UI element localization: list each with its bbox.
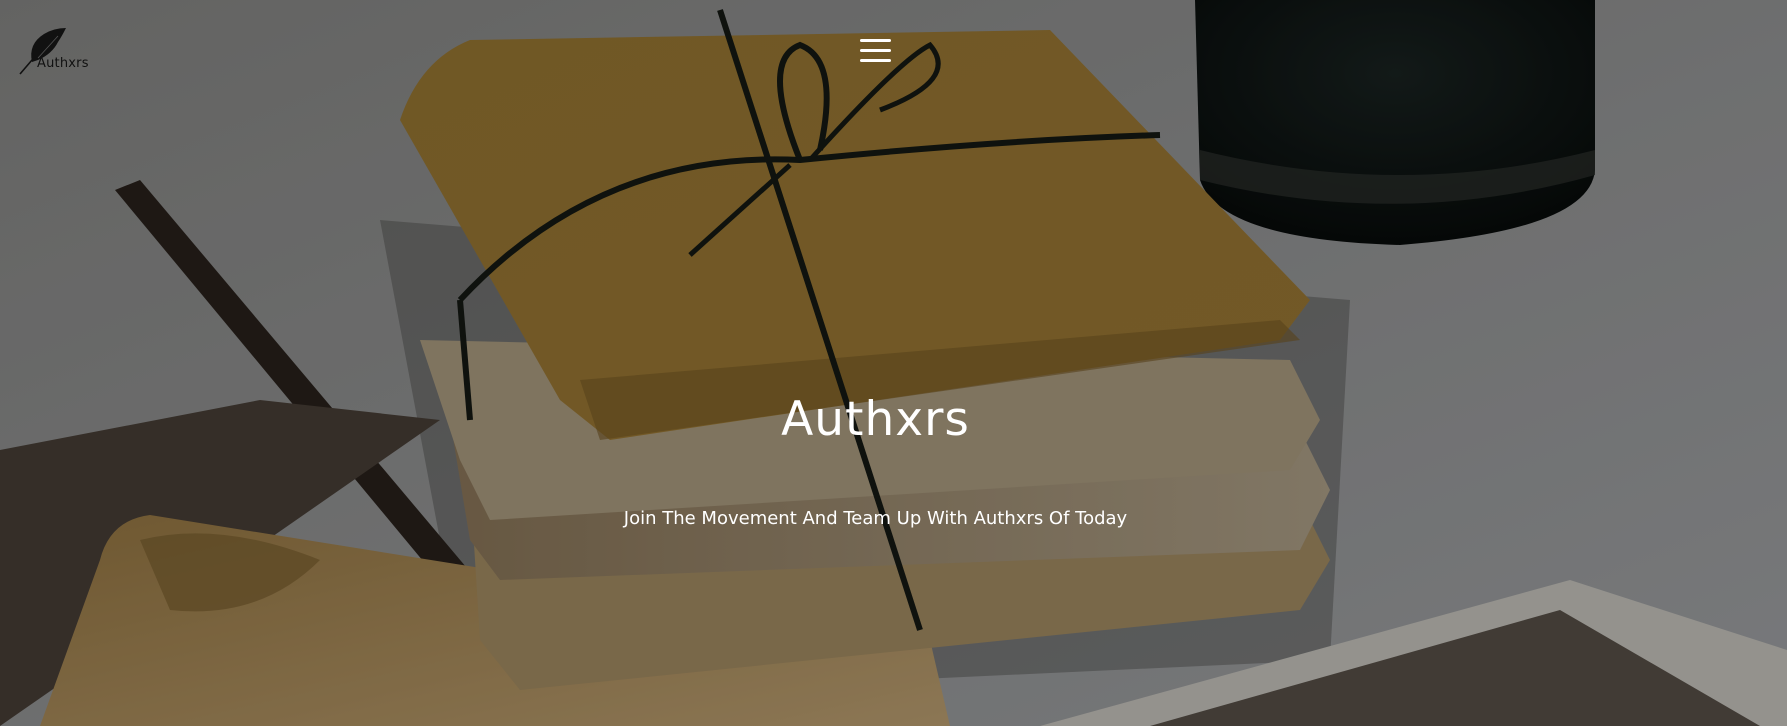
menu-bar-middle xyxy=(860,49,891,52)
menu-bar-top xyxy=(860,39,891,42)
brand-logo-text: Authxrs xyxy=(37,56,89,71)
hero-title: Authxrs xyxy=(781,392,970,447)
hero-section: Authxrs Authxrs Join The Movement And Te… xyxy=(0,0,1787,726)
menu-bar-bottom xyxy=(860,59,891,62)
hamburger-menu-icon[interactable] xyxy=(860,37,892,67)
hero-subtitle: Join The Movement And Team Up With Authx… xyxy=(623,508,1128,529)
hero-dark-overlay xyxy=(0,0,1787,726)
brand-logo[interactable]: Authxrs xyxy=(18,26,90,76)
